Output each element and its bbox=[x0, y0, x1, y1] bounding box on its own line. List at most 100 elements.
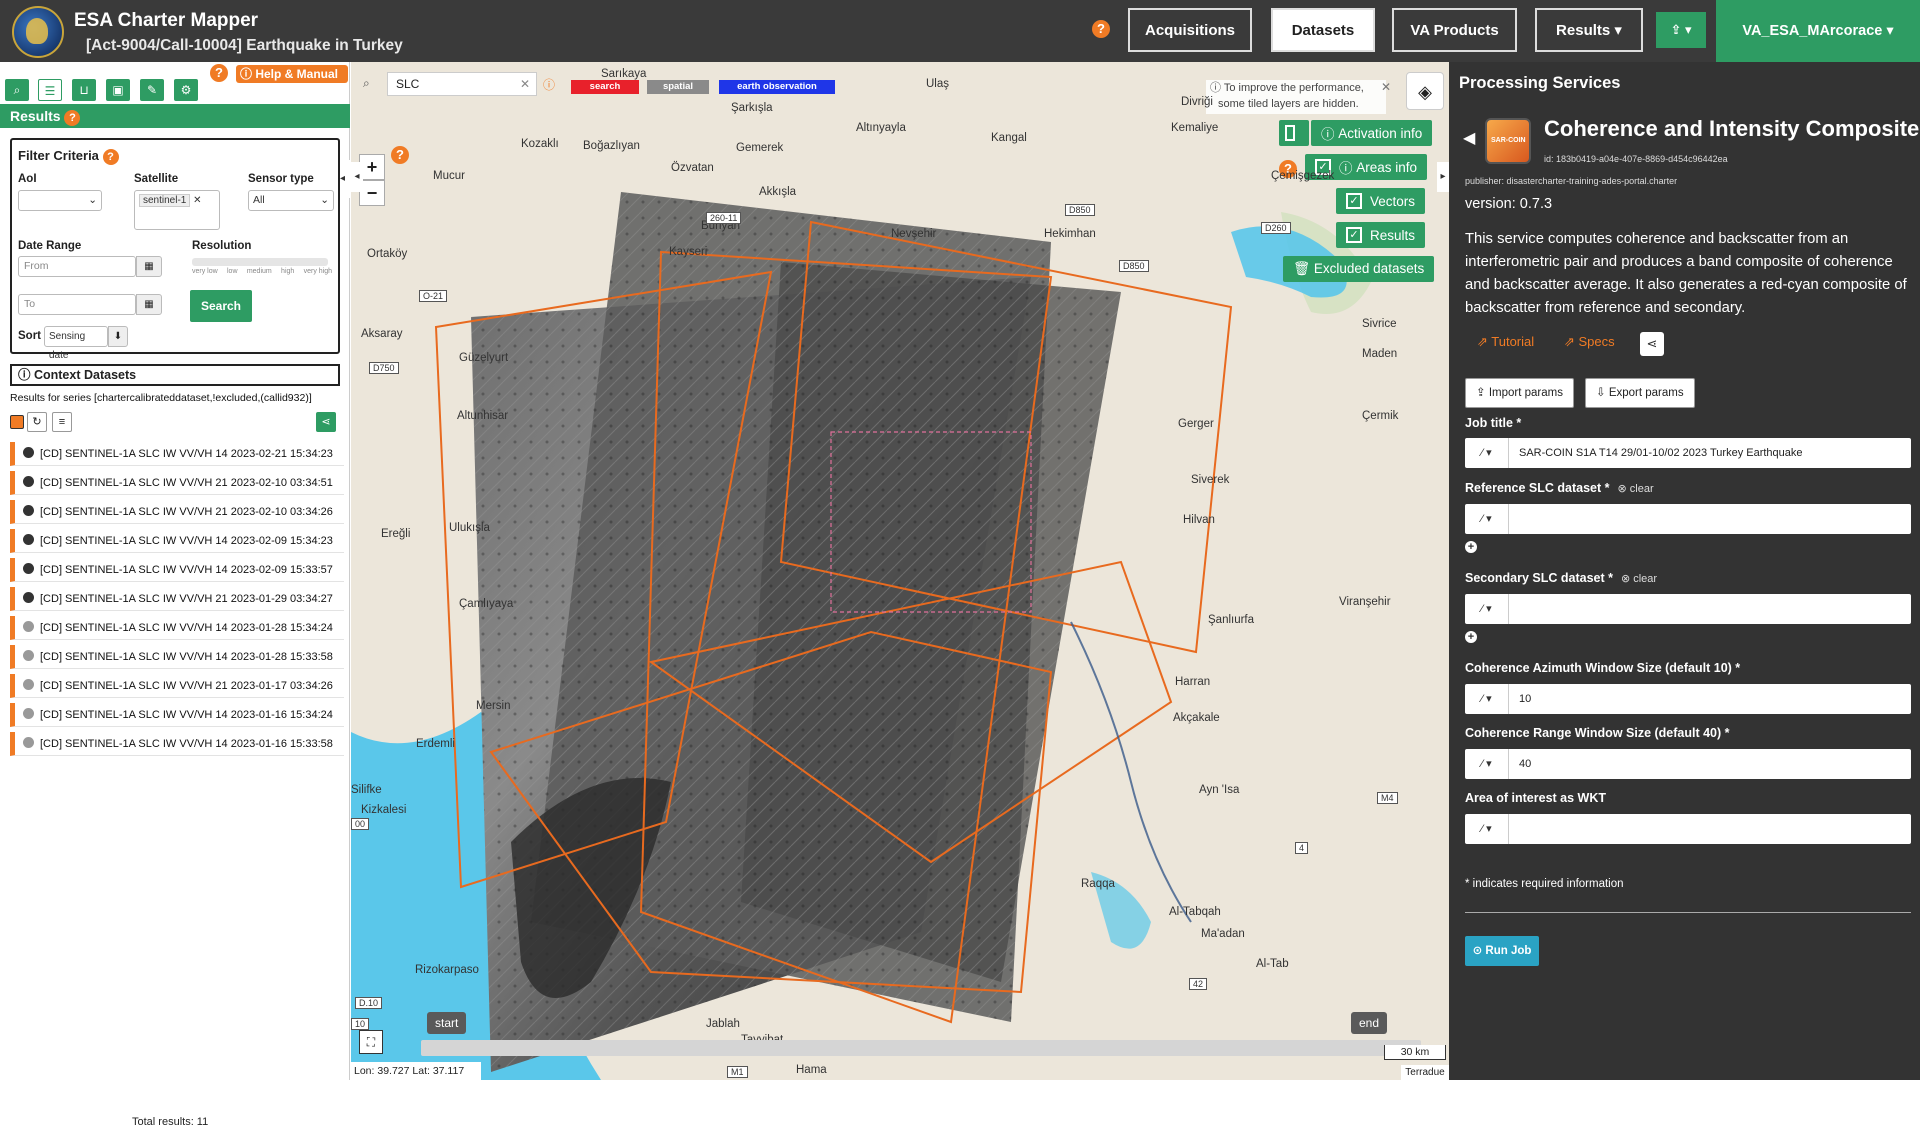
result-item[interactable]: [CD] SENTINEL-1A SLC IW VV/VH 21 2023-02… bbox=[10, 500, 344, 524]
results-help-icon[interactable]: ? bbox=[64, 110, 81, 126]
azimuth-window-field[interactable]: ⁄ ▾ 10 bbox=[1465, 684, 1911, 714]
service-description: This service computes coherence and back… bbox=[1465, 231, 1907, 316]
tab-acquisitions[interactable]: Acquisitions bbox=[1128, 8, 1252, 52]
import-params-button[interactable]: ⇪ Import params bbox=[1465, 378, 1574, 408]
tab-results[interactable]: Results ▾ bbox=[1535, 8, 1643, 52]
wand-icon[interactable]: ⁄ ▾ bbox=[1465, 749, 1509, 779]
pencil-icon[interactable]: ✎ bbox=[140, 79, 164, 101]
map-view[interactable]: SLC ✕ ⌕ ⓘ search spatial earth observatio… bbox=[351, 62, 1449, 1080]
back-icon[interactable]: ◀ bbox=[1463, 128, 1475, 148]
list-tool-icon[interactable]: ☰ bbox=[38, 79, 62, 101]
result-item[interactable]: [CD] SENTINEL-1A SLC IW VV/VH 14 2023-01… bbox=[10, 703, 344, 727]
refresh-icon[interactable]: ↻ bbox=[27, 412, 47, 432]
timeline-slider[interactable] bbox=[421, 1040, 1421, 1056]
sensor-type-select[interactable]: All ⌄ bbox=[248, 190, 334, 211]
wand-icon[interactable]: ⁄ ▾ bbox=[1465, 684, 1509, 714]
tutorial-link[interactable]: ⇗ Tutorial bbox=[1477, 334, 1534, 350]
aoi-select[interactable]: ⌄ bbox=[18, 190, 102, 211]
map-label: Hekimhan bbox=[1044, 228, 1096, 240]
result-item[interactable]: [CD] SENTINEL-1A SLC IW VV/VH 21 2023-02… bbox=[10, 471, 344, 495]
search-tool-icon[interactable]: ⌕ bbox=[5, 79, 29, 101]
help-icon[interactable]: ? bbox=[1092, 20, 1110, 38]
map-label: Ereğli bbox=[381, 528, 411, 540]
context-datasets-header[interactable]: ⓘ Context Datasets bbox=[10, 364, 340, 386]
zoom-help-icon[interactable]: ? bbox=[391, 146, 409, 164]
satellite-select[interactable]: sentinel-1 ✕ bbox=[134, 190, 220, 230]
result-item[interactable]: [CD] SENTINEL-1A SLC IW VV/VH 14 2023-02… bbox=[10, 442, 344, 466]
run-job-button[interactable]: ⊙ Run Job bbox=[1465, 936, 1539, 966]
to-date-input[interactable]: To bbox=[18, 294, 136, 315]
date-range-label: Date Range bbox=[18, 240, 82, 252]
fullscreen-icon[interactable]: ⛶ bbox=[359, 1030, 383, 1054]
tag-search[interactable]: search bbox=[571, 80, 639, 94]
road-sign: D.10 bbox=[355, 997, 383, 1009]
select-all-checkbox[interactable] bbox=[10, 415, 24, 429]
result-item[interactable]: [CD] SENTINEL-1A SLC IW VV/VH 14 2023-02… bbox=[10, 558, 344, 582]
result-item[interactable]: [CD] SENTINEL-1A SLC IW VV/VH 14 2023-02… bbox=[10, 529, 344, 553]
tab-datasets[interactable]: Datasets bbox=[1271, 8, 1375, 52]
job-title-label: Job title * bbox=[1465, 416, 1522, 430]
tag-spatial[interactable]: spatial bbox=[647, 80, 709, 94]
basket-icon[interactable]: ⊔ bbox=[72, 79, 96, 101]
reference-slc-field[interactable]: ⁄ ▾ bbox=[1465, 504, 1911, 534]
required-note: * indicates required information bbox=[1465, 878, 1624, 890]
map-label: Ulukışla bbox=[449, 522, 490, 534]
clear-reference-button[interactable]: ⊗ clear bbox=[1618, 483, 1654, 495]
result-item[interactable]: [CD] SENTINEL-1A SLC IW VV/VH 14 2023-01… bbox=[10, 732, 344, 756]
wand-icon[interactable]: ⁄ ▾ bbox=[1465, 504, 1509, 534]
excluded-datasets-button[interactable]: 🗑 Excluded datasets bbox=[1283, 256, 1435, 282]
sort-direction-icon[interactable]: ⬇ bbox=[108, 326, 128, 347]
activation-info-toggle[interactable]: ⓘ Activation info bbox=[1311, 120, 1433, 146]
wand-icon[interactable]: ⁄ ▾ bbox=[1465, 594, 1509, 624]
export-params-button[interactable]: ⇩ Export params bbox=[1585, 378, 1695, 408]
tag-earth-observation[interactable]: earth observation bbox=[719, 80, 835, 94]
from-date-input[interactable]: From bbox=[18, 256, 136, 277]
list-menu-icon[interactable]: ≡ bbox=[52, 412, 72, 432]
from-calendar-icon[interactable]: ▦ bbox=[136, 256, 162, 277]
timeline-end-label[interactable]: end bbox=[1351, 1012, 1388, 1034]
clear-secondary-button[interactable]: ⊗ clear bbox=[1621, 573, 1657, 585]
job-title-field[interactable]: ⁄ ▾ SAR-COIN S1A T14 29/01-10/02 2023 Tur… bbox=[1465, 438, 1911, 468]
help-manual-button[interactable]: ⓘ Help & Manual bbox=[236, 65, 348, 83]
to-calendar-icon[interactable]: ▦ bbox=[136, 294, 162, 315]
scale-bar: 30 km bbox=[1384, 1045, 1446, 1060]
result-item[interactable]: [CD] SENTINEL-1A SLC IW VV/VH 21 2023-01… bbox=[10, 587, 344, 611]
result-item[interactable]: [CD] SENTINEL-1A SLC IW VV/VH 14 2023-01… bbox=[10, 645, 344, 669]
search-info-icon[interactable]: ⓘ bbox=[543, 76, 555, 93]
search-button[interactable]: Search bbox=[190, 290, 252, 322]
gear-icon[interactable]: ⚙ bbox=[174, 79, 198, 101]
upload-button[interactable]: ⇪ ▾ bbox=[1656, 12, 1706, 48]
result-item[interactable]: [CD] SENTINEL-1A SLC IW VV/VH 21 2023-01… bbox=[10, 674, 344, 698]
share-service-icon[interactable]: ⋖ bbox=[1640, 332, 1664, 356]
collapse-map-right-icon[interactable]: ▸ bbox=[1437, 162, 1449, 192]
range-window-field[interactable]: ⁄ ▾ 40 bbox=[1465, 749, 1911, 779]
results-toggle[interactable]: ✓ Results bbox=[1336, 222, 1426, 248]
share-icon[interactable]: ⋖ bbox=[316, 412, 336, 432]
wand-icon[interactable]: ⁄ ▾ bbox=[1465, 438, 1509, 468]
globe-icon bbox=[23, 708, 34, 719]
wand-icon[interactable]: ⁄ ▾ bbox=[1465, 814, 1509, 844]
archive-icon[interactable]: ▣ bbox=[106, 79, 130, 101]
activation-info-checkbox[interactable] bbox=[1279, 120, 1309, 146]
layers-icon[interactable]: ◈ bbox=[1406, 72, 1444, 110]
map-label: Ma'adan bbox=[1201, 928, 1245, 940]
tab-va-products[interactable]: VA Products bbox=[1392, 8, 1517, 52]
close-note-icon[interactable]: ✕ bbox=[1381, 80, 1391, 94]
resolution-slider[interactable] bbox=[192, 258, 328, 266]
collapse-left-icon[interactable]: ◂ bbox=[340, 160, 350, 198]
add-reference-icon[interactable]: + bbox=[1465, 541, 1477, 553]
result-item[interactable]: [CD] SENTINEL-1A SLC IW VV/VH 14 2023-01… bbox=[10, 616, 344, 640]
aoi-wkt-field[interactable]: ⁄ ▾ bbox=[1465, 814, 1911, 844]
timeline-start-label[interactable]: start bbox=[427, 1012, 467, 1034]
add-secondary-icon[interactable]: + bbox=[1465, 631, 1477, 643]
globe-icon bbox=[23, 621, 34, 632]
vectors-toggle[interactable]: ✓ Vectors bbox=[1336, 188, 1426, 214]
user-menu[interactable]: VA_ESA_MArcorace ▾ bbox=[1716, 0, 1920, 62]
specs-link[interactable]: ⇗ Specs bbox=[1564, 334, 1615, 350]
collapse-map-left-icon[interactable]: ◂ bbox=[351, 162, 363, 192]
sort-select[interactable]: Sensing date bbox=[44, 326, 108, 361]
map-search-input[interactable]: SLC ✕ bbox=[387, 72, 537, 96]
secondary-slc-field[interactable]: ⁄ ▾ bbox=[1465, 594, 1911, 624]
map-label: Ulaş bbox=[926, 78, 950, 90]
toolbar-help-icon[interactable]: ? bbox=[210, 64, 228, 82]
